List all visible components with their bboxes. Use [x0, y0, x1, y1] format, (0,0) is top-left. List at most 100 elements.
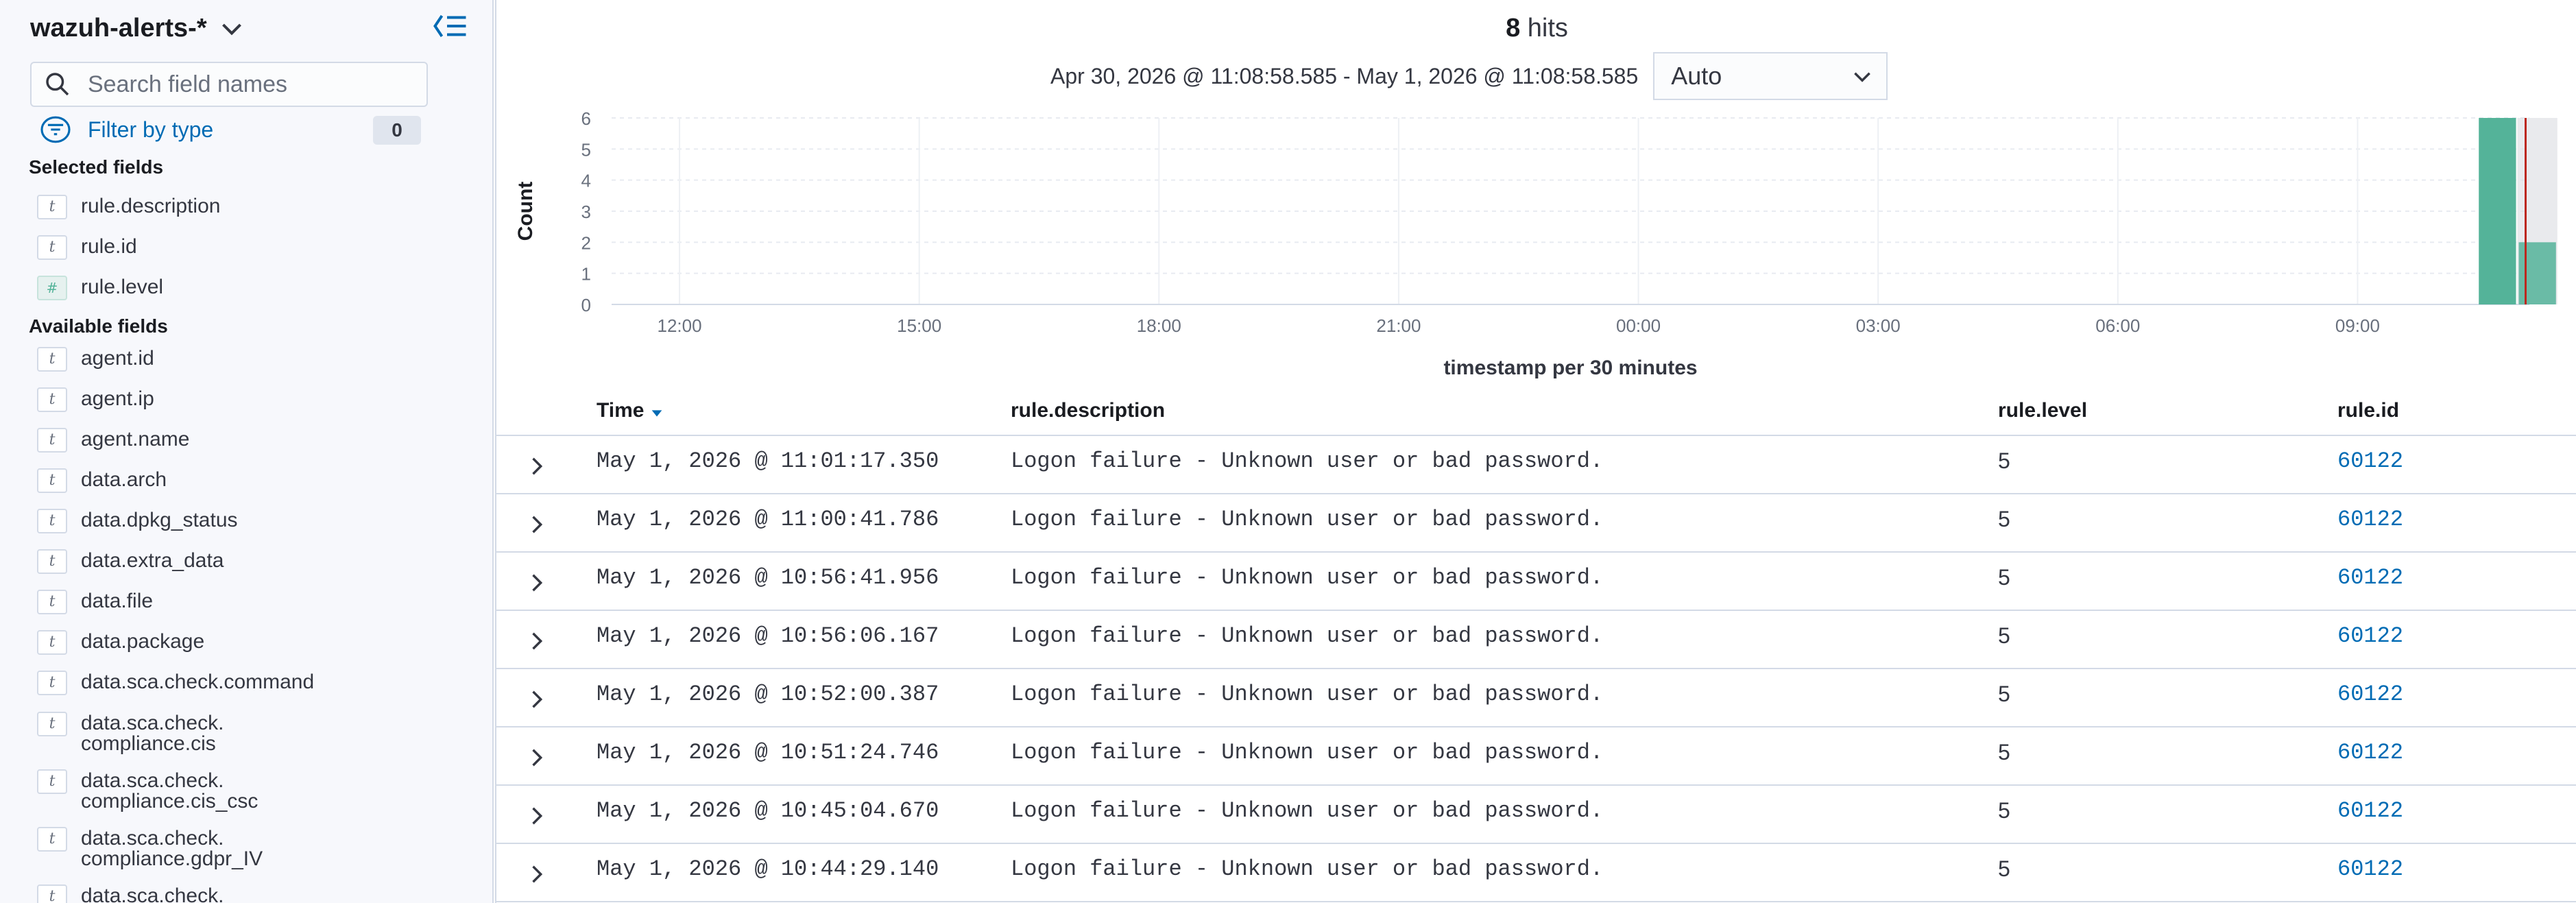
search-field-names[interactable]	[30, 62, 428, 107]
column-header-rule-level[interactable]: rule.level	[1998, 399, 2087, 422]
table-row[interactable]: May 1, 2026 @ 10:51:24.746 Logon failure …	[496, 727, 2576, 786]
selected-field-rule-id[interactable]: t rule.id	[37, 235, 137, 260]
cell-rule-id-link[interactable]: 60122	[2337, 448, 2403, 474]
cell-time: May 1, 2026 @ 10:56:06.167	[597, 623, 939, 649]
cell-rule-id-link[interactable]: 60122	[2337, 856, 2403, 882]
available-field-data-sca-check-truncated[interactable]: t data.sca.check.	[37, 884, 224, 903]
selected-field-rule-level[interactable]: # rule.level	[37, 276, 163, 300]
table-row[interactable]: May 1, 2026 @ 11:00:41.786 Logon failure …	[496, 494, 2576, 553]
table-row[interactable]: May 1, 2026 @ 10:44:29.140 Logon failure …	[496, 844, 2576, 902]
cell-rule-level: 5	[1998, 623, 2010, 648]
cell-rule-id-link[interactable]: 60122	[2337, 507, 2403, 532]
table-row[interactable]: May 1, 2026 @ 10:45:04.670 Logon failure …	[496, 786, 2576, 844]
field-name: data.file	[81, 590, 154, 612]
cell-time: May 1, 2026 @ 10:44:29.140	[597, 856, 939, 882]
available-field-data-dpkg-status[interactable]: t data.dpkg_status	[37, 509, 238, 533]
histogram-bar-1030[interactable]	[2479, 118, 2516, 304]
cell-time: May 1, 2026 @ 10:51:24.746	[597, 740, 939, 765]
available-field-data-extra-data[interactable]: t data.extra_data	[37, 549, 224, 574]
string-type-icon: t	[37, 428, 67, 453]
histogram-bar-1100[interactable]	[2518, 242, 2556, 304]
expand-row-icon[interactable]	[524, 454, 549, 479]
cell-rule-description: Logon failure - Unknown user or bad pass…	[1011, 565, 1604, 590]
selected-fields-heading: Selected fields	[29, 156, 164, 178]
discover-main-panel: 8 hits Apr 30, 2026 @ 11:08:58.585 - May…	[495, 0, 2576, 903]
table-row[interactable]: May 1, 2026 @ 10:56:41.956 Logon failure …	[496, 553, 2576, 611]
string-type-icon: t	[37, 590, 67, 614]
string-type-icon: t	[37, 712, 67, 736]
cell-rule-id-link[interactable]: 60122	[2337, 740, 2403, 765]
column-header-rule-id[interactable]: rule.id	[2337, 399, 2399, 422]
search-input[interactable]	[88, 71, 417, 98]
table-row[interactable]: May 1, 2026 @ 10:52:00.387 Logon failure …	[496, 669, 2576, 727]
string-type-icon: t	[37, 468, 67, 493]
column-header-rule-description[interactable]: rule.description	[1011, 399, 1165, 422]
index-pattern-selector[interactable]: wazuh-alerts-*	[30, 10, 245, 47]
cell-time: May 1, 2026 @ 10:45:04.670	[597, 798, 939, 823]
expand-row-icon[interactable]	[524, 804, 549, 828]
cell-rule-description: Logon failure - Unknown user or bad pass…	[1011, 448, 1604, 474]
available-field-data-file[interactable]: t data.file	[37, 590, 153, 614]
string-type-icon: t	[37, 884, 67, 903]
available-field-data-sca-check-compliance-cis[interactable]: t data.sca.check. compliance.cis	[37, 712, 224, 754]
filter-by-type-button[interactable]: Filter by type 0	[40, 112, 421, 147]
expand-row-icon[interactable]	[524, 629, 549, 653]
available-field-data-package[interactable]: t data.package	[37, 630, 204, 655]
x-tick-label: 00:00	[1616, 315, 1661, 336]
histogram-grid	[612, 117, 2529, 305]
string-type-icon: t	[37, 235, 67, 260]
selected-field-rule-description[interactable]: t rule.description	[37, 195, 220, 219]
field-name: rule.id	[81, 235, 137, 258]
available-field-data-sca-check-command[interactable]: t data.sca.check.command	[37, 671, 314, 695]
interval-select[interactable]: Auto	[1653, 52, 1888, 100]
cell-rule-description: Logon failure - Unknown user or bad pass…	[1011, 740, 1604, 765]
string-type-icon: t	[37, 630, 67, 655]
x-tick-label: 06:00	[2095, 315, 2140, 336]
histogram-y-ticks: 0 1 2 3 4 5 6	[581, 108, 591, 315]
sort-descending-icon[interactable]	[649, 405, 664, 420]
expand-row-icon[interactable]	[524, 570, 549, 595]
available-field-agent-name[interactable]: t agent.name	[37, 428, 189, 453]
cell-rule-id-link[interactable]: 60122	[2337, 682, 2403, 707]
field-name: agent.name	[81, 428, 190, 450]
cell-rule-id-link[interactable]: 60122	[2337, 565, 2403, 590]
cell-rule-level: 5	[1998, 856, 2010, 881]
y-tick-label: 2	[581, 232, 591, 253]
field-name: rule.description	[81, 195, 221, 217]
string-type-icon: t	[37, 769, 67, 794]
field-name: rule.level	[81, 276, 164, 298]
expand-row-icon[interactable]	[524, 745, 549, 770]
available-field-data-sca-check-compliance-cis-csc[interactable]: t data.sca.check. compliance.cis_csc	[37, 769, 258, 812]
table-row[interactable]: May 1, 2026 @ 10:56:06.167 Logon failure …	[496, 611, 2576, 669]
y-tick-label: 0	[581, 295, 591, 315]
cell-time: May 1, 2026 @ 10:52:00.387	[597, 682, 939, 707]
field-name: data.sca.check.	[81, 884, 224, 903]
available-field-data-arch[interactable]: t data.arch	[37, 468, 167, 493]
x-axis-label: timestamp per 30 minutes	[1443, 357, 1697, 379]
cell-rule-description: Logon failure - Unknown user or bad pass…	[1011, 682, 1604, 707]
y-tick-label: 4	[581, 171, 591, 191]
cell-rule-id-link[interactable]: 60122	[2337, 623, 2403, 649]
x-tick-label: 18:00	[1137, 315, 1181, 336]
field-name: data.arch	[81, 468, 167, 491]
collapse-sidebar-icon[interactable]	[433, 12, 468, 40]
available-field-data-sca-check-compliance-gdpr[interactable]: t data.sca.check. compliance.gdpr_IV	[37, 827, 263, 869]
expand-row-icon[interactable]	[524, 687, 549, 712]
field-name: data.extra_data	[81, 549, 224, 572]
table-row[interactable]: May 1, 2026 @ 11:01:17.350 Logon failure …	[496, 436, 2576, 494]
expand-row-icon[interactable]	[524, 862, 549, 887]
x-tick-label: 15:00	[897, 315, 941, 336]
available-field-agent-ip[interactable]: t agent.ip	[37, 387, 154, 412]
available-field-agent-id[interactable]: t agent.id	[37, 347, 154, 372]
column-header-time[interactable]: Time	[597, 399, 664, 422]
expand-row-icon[interactable]	[524, 512, 549, 537]
table-header: Time rule.description rule.level rule.id	[496, 389, 2576, 436]
string-type-icon: t	[37, 509, 67, 533]
cell-rule-id-link[interactable]: 60122	[2337, 798, 2403, 823]
field-name: agent.ip	[81, 387, 154, 410]
x-tick-label: 09:00	[2335, 315, 2380, 336]
y-tick-label: 6	[581, 108, 591, 129]
string-type-icon: t	[37, 549, 67, 574]
field-name: data.package	[81, 630, 205, 653]
time-range-text: Apr 30, 2026 @ 11:08:58.585 - May 1, 202…	[1050, 63, 1639, 88]
